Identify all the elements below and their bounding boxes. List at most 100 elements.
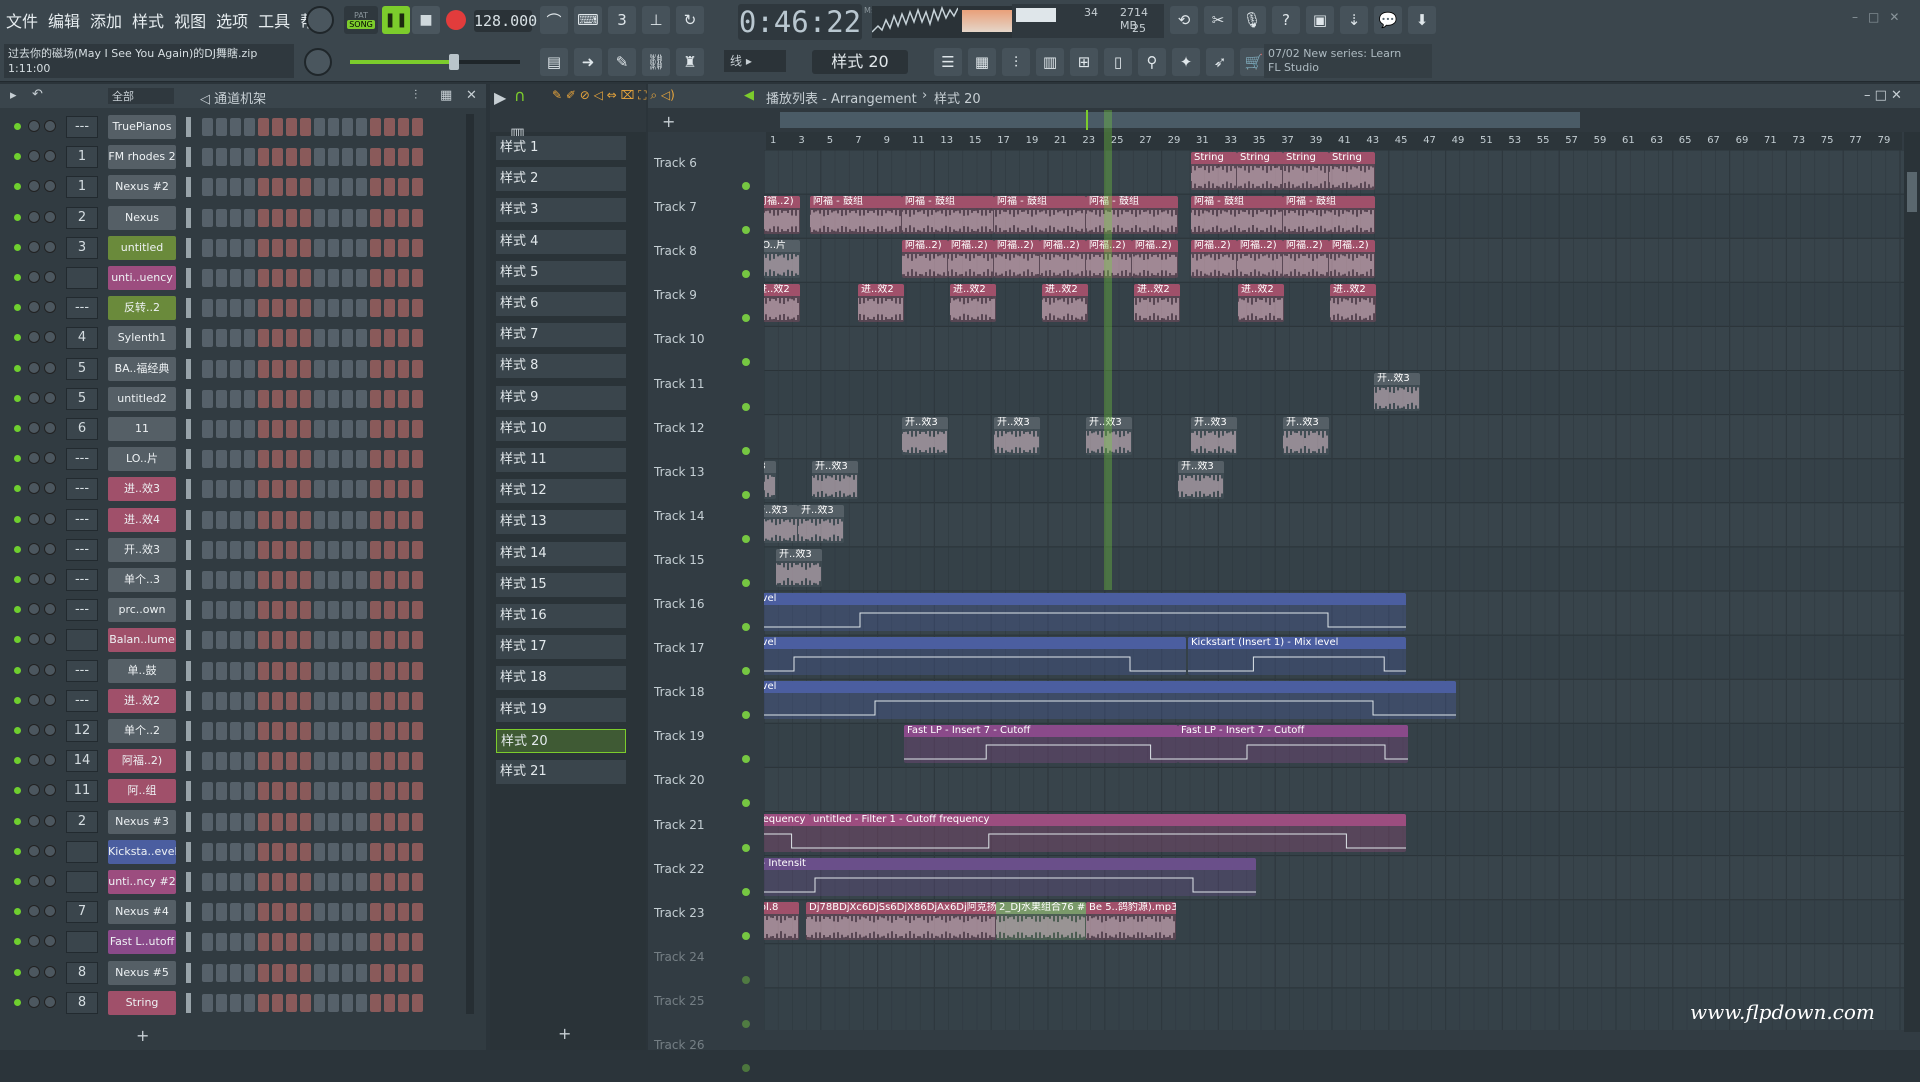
pan-knob[interactable] [28, 391, 40, 404]
playlist-clip[interactable]: Fast LP - Insert 7 - Cutoff [904, 725, 1178, 764]
channel-select[interactable] [186, 419, 191, 439]
step-button[interactable] [272, 601, 283, 620]
step-button[interactable] [370, 540, 381, 559]
step-button[interactable] [244, 450, 255, 469]
step-button[interactable] [356, 420, 367, 438]
playlist-clip[interactable]: String [1283, 152, 1329, 190]
step-button[interactable] [328, 178, 339, 197]
step-button[interactable] [216, 480, 227, 499]
mixer-insert[interactable]: 14 [66, 750, 98, 773]
step-button[interactable] [356, 118, 367, 136]
step-button[interactable] [230, 269, 241, 287]
channel-name-button[interactable]: prc..own [108, 598, 176, 623]
step-button[interactable] [216, 208, 227, 227]
channel-name-button[interactable]: untitled2 [108, 386, 176, 411]
step-button[interactable] [244, 842, 255, 861]
step-button[interactable] [328, 752, 339, 771]
channel-row[interactable]: 6 11 [0, 414, 470, 444]
step-button[interactable] [258, 631, 269, 650]
step-button[interactable] [370, 571, 381, 589]
step-button[interactable] [258, 933, 269, 952]
volume-knob[interactable] [44, 210, 56, 223]
step-button[interactable] [202, 389, 213, 408]
step-buttons[interactable] [202, 299, 423, 318]
step-button[interactable] [230, 238, 241, 257]
channel-led[interactable] [14, 243, 21, 251]
step-button[interactable] [300, 389, 311, 408]
channel-led[interactable] [14, 636, 21, 644]
track-enable-icon[interactable] [742, 755, 750, 764]
channel-name-button[interactable]: FM rhodes 2 [108, 145, 176, 170]
maximize-icon[interactable]: □ [1868, 10, 1879, 24]
playlist-clip[interactable]: 开..效3 [1178, 460, 1224, 499]
step-button[interactable] [300, 842, 311, 861]
step-button[interactable] [258, 420, 269, 438]
step-buttons[interactable] [202, 691, 423, 710]
step-button[interactable] [328, 420, 339, 438]
pan-knob[interactable] [28, 120, 40, 132]
step-button[interactable] [356, 963, 367, 982]
step-buttons[interactable] [202, 903, 423, 922]
step-button[interactable] [202, 782, 213, 801]
step-button[interactable] [244, 118, 255, 136]
step-button[interactable] [328, 933, 339, 952]
step-button[interactable] [384, 420, 395, 438]
step-button[interactable] [300, 782, 311, 801]
step-button[interactable] [244, 661, 255, 680]
step-button[interactable] [244, 178, 255, 197]
step-button[interactable] [412, 963, 423, 982]
loop-record-icon[interactable]: ↻ [676, 6, 704, 34]
step-button[interactable] [272, 963, 283, 982]
playlist-scrollbar[interactable] [1904, 132, 1920, 1032]
step-button[interactable] [258, 903, 269, 922]
step-button[interactable] [328, 540, 339, 559]
step-button[interactable] [216, 993, 227, 1012]
step-button[interactable] [370, 812, 381, 831]
step-button[interactable] [356, 208, 367, 227]
step-button[interactable] [398, 118, 409, 136]
channel-led[interactable] [14, 606, 21, 614]
channel-select[interactable] [186, 268, 191, 288]
channel-select[interactable] [186, 147, 191, 168]
stop-button[interactable]: ■ [412, 6, 440, 34]
step-button[interactable] [272, 178, 283, 197]
pan-knob[interactable] [28, 150, 40, 163]
pan-knob[interactable] [28, 573, 40, 585]
step-button[interactable] [370, 118, 381, 136]
step-button[interactable] [230, 510, 241, 529]
grid-icon[interactable]: ▦ [440, 88, 452, 103]
step-buttons[interactable] [202, 359, 423, 378]
add-track-icon[interactable]: + [662, 112, 675, 131]
step-button[interactable] [300, 420, 311, 438]
step-button[interactable] [342, 540, 353, 559]
step-button[interactable] [216, 812, 227, 831]
pan-knob[interactable] [28, 784, 40, 797]
step-button[interactable] [300, 873, 311, 891]
step-button[interactable] [342, 389, 353, 408]
step-button[interactable] [286, 359, 297, 378]
step-button[interactable] [202, 238, 213, 257]
step-button[interactable] [370, 420, 381, 438]
step-button[interactable] [286, 782, 297, 801]
step-button[interactable] [342, 782, 353, 801]
step-button[interactable] [370, 903, 381, 922]
pan-knob[interactable] [28, 754, 40, 767]
channel-row[interactable]: --- 进..效4 [0, 505, 470, 535]
step-button[interactable] [398, 963, 409, 982]
step-button[interactable] [384, 903, 395, 922]
step-button[interactable] [230, 389, 241, 408]
step-button[interactable] [300, 601, 311, 620]
step-button[interactable] [356, 842, 367, 861]
volume-knob[interactable] [44, 875, 56, 887]
step-button[interactable] [398, 631, 409, 650]
volume-knob[interactable] [44, 905, 56, 918]
step-button[interactable] [314, 993, 325, 1012]
step-button[interactable] [398, 208, 409, 227]
channel-row[interactable]: 11 阿..组 [0, 776, 470, 806]
step-button[interactable] [370, 299, 381, 318]
step-button[interactable] [202, 329, 213, 348]
step-button[interactable] [384, 118, 395, 136]
step-buttons[interactable] [202, 420, 423, 438]
window-controls[interactable]: – □ ✕ [1864, 88, 1902, 103]
step-button[interactable] [202, 873, 213, 891]
